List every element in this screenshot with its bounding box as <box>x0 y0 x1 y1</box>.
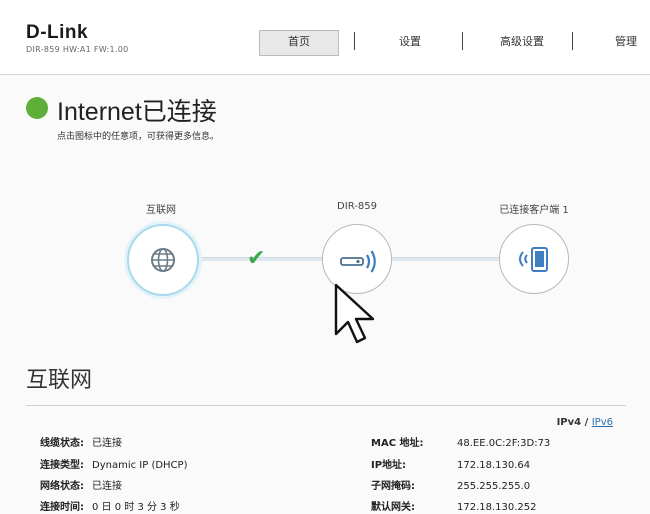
nav-management-tab[interactable]: 管理 <box>608 30 644 54</box>
ipv4-label[interactable]: IPv4 <box>557 417 582 428</box>
info-key: 默认网关: <box>371 502 415 513</box>
info-key: IP地址: <box>371 460 407 471</box>
check-icon: ✔ <box>247 246 266 271</box>
info-key: 线缆状态: <box>40 438 84 449</box>
globe-icon <box>151 248 175 272</box>
info-key: 子网掩码: <box>371 481 415 492</box>
info-key: 连接时间: <box>40 502 84 513</box>
info-value: 172.18.130.64 <box>457 460 531 471</box>
nav-divider <box>462 32 463 50</box>
router-node-label: DIR-859 <box>337 201 377 212</box>
tablet-wifi-icon <box>519 247 548 272</box>
nav-divider <box>572 32 573 50</box>
ipv6-link[interactable]: IPv6 <box>592 417 613 428</box>
clients-node-label: 已连接客户端 1 <box>499 205 569 216</box>
nav-divider <box>354 32 355 50</box>
info-value: 已连接 <box>92 481 122 492</box>
default-gateway-row: 默认网关: 172.18.130.252 <box>371 498 537 513</box>
connection-time-row: 连接时间: 0 日 0 时 3 分 3 秒 <box>40 498 180 513</box>
nav-advanced-settings-tab[interactable]: 高级设置 <box>492 30 552 54</box>
router-clients-link <box>392 257 499 261</box>
section-divider <box>26 405 626 406</box>
cable-status-row: 线缆状态: 已连接 <box>40 434 122 449</box>
ip-version-separator: / <box>584 417 589 428</box>
dlink-logo: D-Link <box>26 22 89 43</box>
ip-address-row: IP地址: 172.18.130.64 <box>371 456 530 471</box>
info-key: 网络状态: <box>40 481 84 492</box>
internet-node[interactable] <box>127 224 199 296</box>
info-value: 已连接 <box>92 438 122 449</box>
ip-version-switch: IPv4 / IPv6 <box>557 417 613 428</box>
info-value: 172.18.130.252 <box>457 502 537 513</box>
internet-node-label: 互联网 <box>146 205 176 216</box>
info-value: 48.EE.0C:2F:3D:73 <box>457 438 551 449</box>
nav-home-tab[interactable]: 首页 <box>259 30 339 56</box>
info-value: 255.255.255.0 <box>457 481 531 492</box>
mac-address-row: MAC 地址: 48.EE.0C:2F:3D:73 <box>371 434 550 449</box>
top-header: D-Link DIR-859 HW:A1 FW:1.00 首页 设置 高级设置 … <box>0 0 650 75</box>
nav-settings-tab[interactable]: 设置 <box>392 30 428 54</box>
model-info: DIR-859 HW:A1 FW:1.00 <box>26 45 129 54</box>
connection-status-dot <box>26 97 48 119</box>
info-key: MAC 地址: <box>371 438 424 449</box>
connection-type-row: 连接类型: Dynamic IP (DHCP) <box>40 456 187 471</box>
subnet-mask-row: 子网掩码: 255.255.255.0 <box>371 477 530 492</box>
network-status-row: 网络状态: 已连接 <box>40 477 122 492</box>
connection-status-title: Internet已连接 <box>57 98 217 126</box>
info-value: Dynamic IP (DHCP) <box>92 460 188 471</box>
info-value: 0 日 0 时 3 分 3 秒 <box>92 502 180 513</box>
connected-clients-node[interactable] <box>499 224 569 294</box>
info-key: 连接类型: <box>40 460 84 471</box>
connection-status-hint: 点击图标中的任意项，可获得更多信息。 <box>57 132 220 142</box>
mouse-cursor-icon <box>334 283 375 344</box>
internet-section-title: 互联网 <box>26 368 93 393</box>
